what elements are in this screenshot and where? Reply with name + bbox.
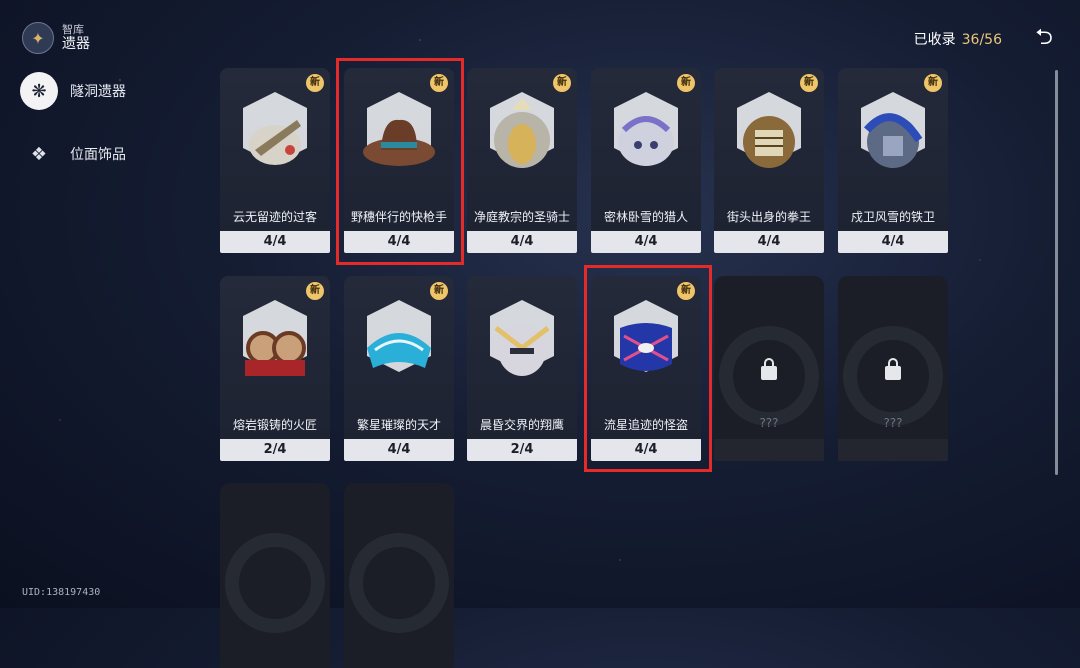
sidebar-item-cavern-relics[interactable]: ❋ 隧洞遗器	[20, 72, 126, 110]
collection-label: 已收录	[913, 32, 956, 48]
relic-name: ???	[883, 416, 903, 430]
cowboy-hat-relic-icon	[363, 92, 435, 166]
beast-helm-relic-icon	[614, 92, 678, 166]
relic-card[interactable]: 新繁星璀璨的天才 4/4	[344, 276, 454, 461]
locked-slot-ring	[349, 533, 449, 633]
relic-card-locked[interactable]: ???	[714, 276, 824, 461]
relic-count: 4/4	[838, 231, 948, 253]
relic-card[interactable]: 新熔岩锻铸的火匠 2/4	[220, 276, 330, 461]
new-badge: 新	[306, 74, 324, 92]
visor-relic-icon	[367, 300, 431, 372]
page-header: ✦ 智库 遗器	[22, 22, 90, 54]
relic-name: 净庭教宗的圣骑士	[473, 210, 570, 224]
relic-count: 4/4	[220, 231, 330, 253]
new-badge: 新	[677, 74, 695, 92]
new-badge: 新	[553, 74, 571, 92]
cavern-relic-icon: ❋	[20, 72, 58, 110]
guard-helm-relic-icon	[861, 92, 925, 168]
relic-name: 云无留迹的过客	[232, 210, 317, 224]
collection-value: 36/56	[961, 32, 1002, 48]
relic-name: 熔岩锻铸的火匠	[232, 418, 317, 432]
relic-name: 晨昏交界的翔鹰	[479, 418, 564, 432]
header-category: 智库	[62, 23, 84, 36]
relic-card-locked[interactable]	[344, 483, 454, 668]
hat-feather-relic-icon	[243, 92, 307, 165]
new-badge: 新	[677, 282, 695, 300]
goggles-relic-icon	[243, 300, 307, 376]
sidebar-item-label: 位面饰品	[70, 147, 126, 163]
relic-name: 街头出身的拳王	[726, 210, 811, 224]
relic-count: 2/4	[220, 439, 330, 461]
scrollbar[interactable]	[1055, 70, 1058, 475]
new-badge: 新	[306, 282, 324, 300]
new-badge: 新	[430, 282, 448, 300]
new-badge: 新	[924, 74, 942, 92]
relic-count: 4/4	[467, 231, 577, 253]
collection-counter: 已收录 36/56	[914, 29, 1002, 49]
relic-card-locked[interactable]	[220, 483, 330, 668]
relic-name: ???	[759, 416, 779, 430]
sidebar-item-label: 隧洞遗器	[70, 84, 126, 100]
new-badge: 新	[430, 74, 448, 92]
relic-count: 4/4	[591, 439, 701, 461]
relic-card[interactable]: 新密林卧雪的猎人 4/4	[591, 68, 701, 253]
relic-card[interactable]: 新净庭教宗的圣骑士 4/4	[467, 68, 577, 253]
eagle-mask-relic-icon	[490, 300, 554, 376]
relic-count	[714, 439, 824, 461]
knight-mask-relic-icon	[490, 92, 554, 168]
relic-count: 2/4	[467, 439, 577, 461]
back-button[interactable]: ⮌	[1030, 24, 1058, 52]
relic-name: 流星追迹的怪盗	[603, 418, 688, 432]
relic-count: 4/4	[714, 231, 824, 253]
relic-card[interactable]: 新街头出身的拳王 4/4	[714, 68, 824, 253]
relic-name: 野穗伴行的快枪手	[350, 210, 447, 224]
locked-slot-ring	[225, 533, 325, 633]
relic-name: 戍卫风雪的铁卫	[850, 210, 935, 224]
relic-card[interactable]: 新云无留迹的过客 4/4	[220, 68, 330, 253]
return-arrow-icon: ⮌	[1035, 25, 1053, 50]
relic-card[interactable]: 新戍卫风雪的铁卫 4/4	[838, 68, 948, 253]
relic-name: 繁星璀璨的天才	[356, 418, 441, 432]
thief-mask-relic-icon	[614, 300, 678, 372]
relic-card[interactable]: 新流星追迹的怪盗 4/4	[591, 276, 701, 461]
relic-count	[838, 439, 948, 461]
relic-name: 密林卧雪的猎人	[603, 210, 688, 224]
relic-card-locked[interactable]: ???	[838, 276, 948, 461]
relic-card[interactable]: 新野穗伴行的快枪手 4/4	[344, 68, 454, 253]
user-id: UID:138197430	[22, 587, 101, 598]
relic-card[interactable]: 晨昏交界的翔鹰 2/4	[467, 276, 577, 461]
planar-ornament-icon: ❖	[30, 143, 48, 165]
new-badge: 新	[800, 74, 818, 92]
relic-count: 4/4	[344, 439, 454, 461]
page-title: 遗器	[62, 36, 90, 52]
boxer-helm-relic-icon	[737, 92, 801, 168]
sidebar-item-planar-ornaments[interactable]: ❖ 位面饰品	[20, 135, 126, 173]
relic-count: 4/4	[344, 231, 454, 253]
lock-icon	[885, 358, 901, 380]
relic-count: 4/4	[591, 231, 701, 253]
lock-icon	[761, 358, 777, 380]
relic-box-icon: ✦	[22, 22, 54, 54]
